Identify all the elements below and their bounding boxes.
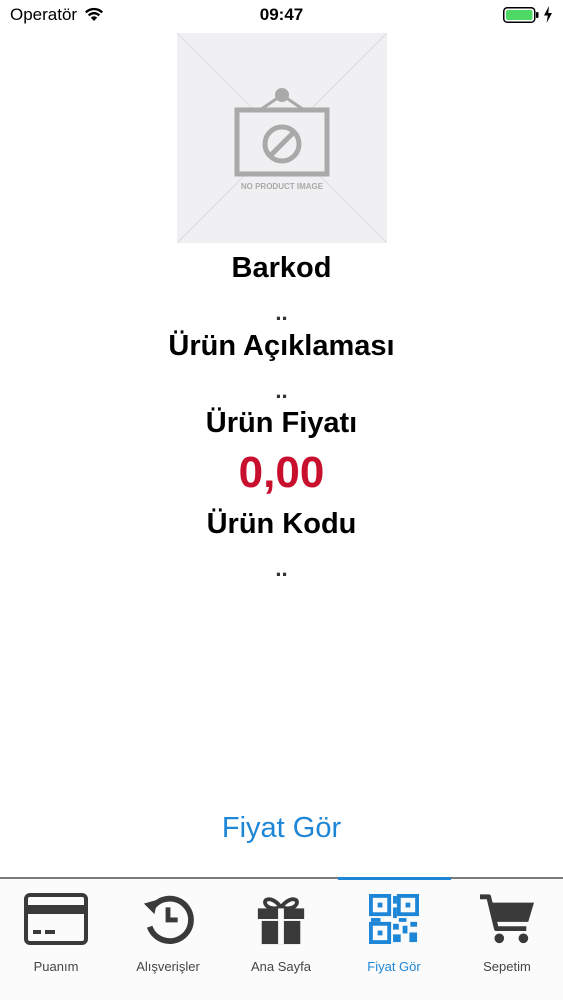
tab-puanim[interactable]: Puanım: [0, 879, 112, 1000]
price-label: Ürün Fiyatı: [205, 407, 358, 439]
status-bar: Operatör 09:47: [0, 0, 563, 30]
tab-fiyat-gor[interactable]: Fiyat Gör: [338, 879, 450, 1000]
cart-icon: [451, 891, 563, 947]
price-value: 0,00: [238, 448, 325, 497]
tab-label-sepetim: Sepetim: [483, 959, 531, 974]
tab-label-puanim: Puanım: [33, 959, 79, 974]
tab-ana-sayfa[interactable]: Ana Sayfa: [225, 879, 337, 1000]
clock: 09:47: [259, 5, 304, 24]
tab-label-fiyat-gor: Fiyat Gör: [367, 959, 421, 974]
tab-alisverisler[interactable]: Alışverişler: [112, 879, 224, 1000]
tab-sepetim[interactable]: Sepetim: [451, 879, 563, 1000]
qr-code-icon: [338, 891, 450, 947]
charging-bolt-icon: [543, 6, 553, 23]
product-code-label: Ürün Kodu: [206, 508, 357, 540]
description-value: ..: [275, 378, 288, 403]
description-label: Ürün Açıklaması: [168, 330, 395, 362]
product-code-value: ..: [275, 556, 288, 581]
product-image: NO PRODUCT IMAGE: [177, 33, 387, 243]
barcode-value: ..: [275, 300, 288, 325]
battery-icon: [503, 7, 539, 23]
tab-label-alisverisler: Alışverişler: [136, 959, 200, 974]
history-icon: [112, 891, 224, 947]
gift-icon: [225, 891, 337, 947]
tab-bar: Puanım Alışverişler Ana Sayfa Fiyat Gör …: [0, 877, 563, 1000]
tab-label-ana-sayfa: Ana Sayfa: [251, 959, 311, 974]
barcode-label: Barkod: [231, 252, 332, 284]
no-image-text: NO PRODUCT IMAGE: [241, 182, 324, 191]
credit-card-icon: [0, 891, 112, 947]
show-price-button[interactable]: Fiyat Gör: [0, 812, 563, 845]
